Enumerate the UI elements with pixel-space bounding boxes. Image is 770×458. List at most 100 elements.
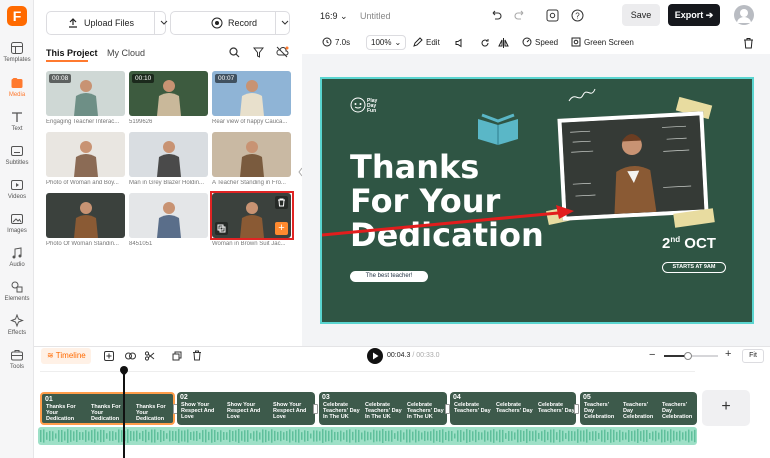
zoom-value: 100%: [371, 38, 392, 47]
audio-track[interactable]: [38, 427, 697, 445]
text-icon: [12, 112, 22, 122]
clip-title: Celebrate Teachers' Day: [496, 402, 533, 414]
media-thumbnail[interactable]: [46, 193, 125, 238]
split-icon[interactable]: [125, 351, 136, 361]
tab-this-project[interactable]: This Project: [46, 48, 98, 58]
rail-item-label: Audio: [9, 262, 25, 268]
media-thumbnail[interactable]: [212, 132, 291, 177]
media-caption: Photo of Woman and Boy...: [46, 180, 119, 186]
rail-item-text[interactable]: Text: [0, 110, 34, 132]
transition-handle[interactable]: [313, 404, 318, 414]
effects-icon: [10, 314, 24, 328]
rail-item-label: Effects: [7, 330, 27, 336]
cloud-off-icon[interactable]: [276, 46, 289, 58]
top-bar: 16:9 ⌄ Untitled ? Save Export ➔: [302, 0, 770, 32]
playhead[interactable]: [123, 368, 125, 458]
undo-icon[interactable]: [490, 9, 502, 21]
rail-item-audio[interactable]: Audio: [0, 246, 34, 268]
clip-title: Teachers' Day Celebration: [662, 402, 693, 420]
add-scene-button[interactable]: +: [702, 390, 750, 426]
zoom-select[interactable]: 100% ⌄: [366, 35, 407, 50]
replace-media-icon[interactable]: [215, 222, 228, 235]
media-caption: Engaging Teacher Interac...: [46, 119, 120, 125]
rail-item-elements[interactable]: Elements: [0, 280, 34, 302]
brand-name: Play Day Fun: [367, 98, 378, 114]
clip-number: 01: [45, 396, 53, 403]
volume-icon[interactable]: [455, 38, 465, 48]
media-thumbnail[interactable]: 00:10: [129, 71, 208, 116]
add-media-button[interactable]: +: [275, 222, 288, 235]
upload-files-button[interactable]: Upload Files: [46, 11, 168, 35]
zoom-in-button[interactable]: +: [725, 348, 731, 360]
rail-item-label: Media: [8, 92, 26, 98]
add-track-icon[interactable]: [104, 351, 114, 361]
project-title[interactable]: Untitled: [360, 11, 391, 21]
edit-button[interactable]: Edit: [413, 37, 440, 47]
media-caption: Woman in Brown Suit Jac...: [212, 241, 286, 247]
duration-control[interactable]: 7.0s: [322, 37, 350, 47]
rail-item-images[interactable]: Images: [0, 212, 34, 234]
filter-icon[interactable]: [253, 47, 264, 58]
rail-item-effects[interactable]: Effects: [0, 314, 34, 336]
chevron-down-icon[interactable]: [281, 20, 289, 26]
headline-line1: Thanks: [350, 148, 480, 186]
flip-icon[interactable]: [498, 38, 509, 48]
app-logo[interactable]: F: [7, 6, 27, 26]
media-thumbnail[interactable]: [46, 132, 125, 177]
help-icon[interactable]: ?: [571, 9, 584, 22]
rail-item-label: Subtitles: [5, 160, 29, 166]
speed-label: Speed: [535, 37, 559, 47]
export-button[interactable]: Export ➔: [668, 4, 720, 26]
upload-files-label: Upload Files: [84, 18, 135, 28]
total-time: 00:33.0: [416, 352, 440, 359]
clip-number: 05: [583, 394, 591, 401]
canvas-slide[interactable]: Play Day Fun Thanks For Your Dedication …: [320, 77, 754, 324]
duplicate-icon[interactable]: [172, 351, 182, 361]
clip-number: 02: [180, 394, 188, 401]
play-button[interactable]: [367, 348, 383, 364]
record-button[interactable]: Record: [170, 11, 290, 35]
rail-item-media[interactable]: Media: [0, 76, 34, 98]
delete-media-icon[interactable]: [275, 196, 288, 209]
videos-icon: [11, 180, 23, 190]
aspect-ratio-select[interactable]: 16:9 ⌄: [320, 11, 348, 22]
avatar[interactable]: [734, 5, 754, 25]
timeline-clip[interactable]: 01 Thanks For Your Dedication Thanks For Y…: [40, 392, 175, 425]
trash-icon[interactable]: [192, 350, 202, 361]
media-thumbnail[interactable]: 00:08: [46, 71, 125, 116]
aspect-ratio-value: 16:9: [320, 11, 338, 21]
zoom-out-button[interactable]: −: [649, 349, 655, 361]
media-thumbnail[interactable]: [129, 193, 208, 238]
tab-my-cloud[interactable]: My Cloud: [107, 48, 145, 58]
duration-value: 7.0s: [335, 37, 351, 47]
speed-button[interactable]: Speed: [522, 37, 558, 47]
media-caption: Man in Grey Blazer Holdin...: [129, 180, 205, 186]
delete-icon[interactable]: [743, 37, 754, 49]
fit-button[interactable]: Fit: [742, 349, 764, 363]
media-thumbnail[interactable]: 00:07: [212, 71, 291, 116]
timeline-clip[interactable]: 02 Show Your Respect And Love Show Your Re…: [177, 392, 315, 425]
transition-handle[interactable]: [574, 404, 579, 414]
rail-item-videos[interactable]: Videos: [0, 178, 34, 200]
rotate-icon[interactable]: [480, 38, 490, 48]
media-thumbnail[interactable]: [129, 132, 208, 177]
timeline-clip[interactable]: 04 Celebrate Teachers' Day Celebrate Teach…: [450, 392, 576, 425]
chevron-down-icon[interactable]: [160, 20, 168, 26]
redo-icon[interactable]: [514, 9, 526, 21]
rail-item-templates[interactable]: Templates: [0, 41, 34, 63]
svg-text:?: ?: [575, 12, 580, 21]
timeline-clip[interactable]: 05 Teachers' Day Celebration Teachers' Day…: [580, 392, 697, 425]
screen-record-icon[interactable]: [546, 9, 559, 22]
scissors-icon[interactable]: [145, 351, 155, 361]
green-screen-icon: [571, 37, 581, 47]
rail-item-tools[interactable]: Tools: [0, 348, 34, 370]
clip-title: Teachers' Day Celebration: [584, 402, 615, 420]
rail-item-subtitles[interactable]: Subtitles: [0, 144, 34, 166]
red-arrow-annotation: [322, 205, 574, 237]
save-button[interactable]: Save: [622, 4, 660, 26]
zoom-slider[interactable]: [664, 352, 718, 360]
search-icon[interactable]: [229, 47, 240, 58]
timeline-clip[interactable]: 03 Celebrate Teachers' Day In The UK Celeb…: [319, 392, 447, 425]
green-screen-button[interactable]: Green Screen: [571, 37, 634, 47]
timeline-tab[interactable]: ≋ Timeline: [41, 348, 91, 364]
